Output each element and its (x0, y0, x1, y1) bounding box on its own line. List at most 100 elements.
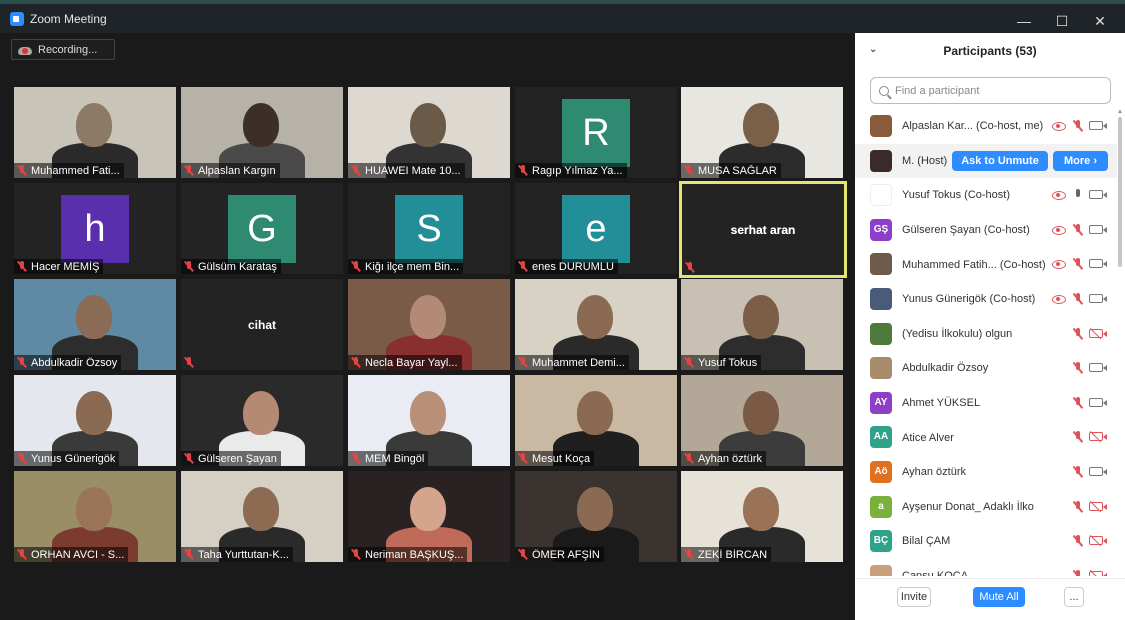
participant-row[interactable]: (Yedisu İlkokulu) olgun (855, 317, 1117, 352)
participant-search[interactable] (870, 77, 1111, 104)
video-tile[interactable]: Ayhan öztürk (681, 375, 843, 466)
participant-row[interactable]: a Ayşenur Donat_ Adaklı İlko (855, 490, 1117, 525)
invite-button[interactable]: Invite (897, 587, 931, 607)
video-tile[interactable]: S Kiğı ilçe mem Bin... (348, 183, 510, 274)
participant-row[interactable]: GŞ Gülseren Şayan (Co-host) (855, 213, 1117, 248)
participant-name-tag: ZEKİ BİRCAN (681, 547, 772, 562)
chevron-down-icon[interactable]: ⌄ (869, 44, 879, 55)
video-tile[interactable]: Taha Yurttutan-K... (181, 471, 343, 562)
participant-row[interactable]: Muhammed Fatih... (Co-host) (855, 247, 1117, 282)
participant-name-tag: ORHAN AVCI - S... (14, 547, 129, 562)
participant-name-tag: Hacer MEMİŞ (14, 259, 104, 274)
participant-name-tag: MEM Bingöl (348, 451, 429, 466)
video-tile[interactable]: Abdulkadir Özsoy (14, 279, 176, 370)
muted-mic-icon[interactable] (1074, 293, 1082, 305)
video-tile[interactable]: R Ragıp Yılmaz Ya... (515, 87, 677, 178)
participant-name: Gülsüm Karataş (198, 260, 277, 273)
participant-row[interactable]: Aö Ayhan öztürk (855, 455, 1117, 490)
ask-to-unmute-button[interactable]: Ask to Unmute (952, 150, 1048, 171)
participant-name-tag: Yusuf Tokus (681, 355, 762, 370)
muted-mic-icon[interactable] (1074, 396, 1082, 409)
video-camera-icon[interactable] (1089, 121, 1107, 130)
participant-head (743, 391, 779, 435)
video-tile[interactable]: serhat aran serhat aran (679, 181, 847, 278)
video-tile[interactable]: ÖMER AFŞİN (515, 471, 677, 562)
participant-scrollbar[interactable]: ▲ (1117, 109, 1123, 599)
muted-mic-icon[interactable] (1074, 500, 1082, 513)
participant-row[interactable]: Abdulkadir Özsoy (855, 351, 1117, 386)
muted-mic-icon[interactable] (1074, 431, 1082, 443)
muted-mic-icon[interactable] (1074, 466, 1082, 478)
participant-row[interactable]: Alpaslan Kar... (Co-host, me) (855, 109, 1117, 144)
video-camera-icon[interactable] (1089, 294, 1107, 303)
scroll-thumb[interactable] (1118, 117, 1122, 267)
participant-row[interactable]: Yunus Günerigök (Co-host) (855, 282, 1117, 317)
maximize-button[interactable]: ☐ (1043, 8, 1081, 34)
video-tile[interactable]: Muhammet Demi... (515, 279, 677, 370)
video-camera-icon[interactable] (1089, 224, 1107, 234)
participant-row[interactable]: Yusuf Tokus (Co-host) (855, 178, 1117, 213)
video-off-icon[interactable] (1089, 536, 1107, 546)
video-camera-icon[interactable] (1089, 467, 1107, 476)
video-tile[interactable]: cihat (181, 279, 343, 370)
participants-panel: ⌄ Participants (53) Alpaslan Kar... (Co-… (855, 33, 1125, 620)
mute-all-button[interactable]: Mute All (973, 587, 1025, 607)
participants-footer: Invite Mute All ... (855, 578, 1125, 620)
minimize-button[interactable]: — (1005, 8, 1043, 34)
video-off-icon[interactable] (1089, 432, 1107, 442)
video-tile[interactable]: MUSA SAĞLAR (681, 87, 843, 178)
video-tile[interactable]: Yunus Günerigök (14, 375, 176, 466)
participant-name-center: serhat aran (730, 222, 796, 237)
muted-mic-icon[interactable] (1074, 258, 1082, 270)
video-tile[interactable]: MEM Bingöl (348, 375, 510, 466)
video-tile[interactable]: ZEKİ BİRCAN (681, 471, 843, 562)
muted-mic-icon[interactable] (1074, 569, 1082, 576)
participant-row[interactable]: AY Ahmet YÜKSEL (855, 386, 1117, 421)
more-options-button[interactable]: ... (1064, 587, 1084, 607)
muted-mic-icon[interactable] (1074, 327, 1082, 340)
participant-head (76, 391, 112, 435)
participant-name-tag: Yunus Günerigök (14, 451, 120, 466)
participant-name-tag: Gülsüm Karataş (181, 259, 281, 274)
participant-row[interactable]: Cansu KOÇA (855, 559, 1117, 576)
muted-mic-icon (17, 453, 27, 464)
scroll-up-arrow-icon[interactable]: ▲ (1117, 109, 1123, 115)
video-tile[interactable]: HUAWEI Mate 10... (348, 87, 510, 178)
muted-mic-icon (518, 261, 528, 272)
video-tile[interactable]: G Gülsüm Karataş (181, 183, 343, 274)
video-tile[interactable]: Yusuf Tokus (681, 279, 843, 370)
recording-indicator[interactable]: Recording... (11, 39, 115, 60)
video-tile[interactable]: Necla Bayar Yayl... (348, 279, 510, 370)
video-off-icon[interactable] (1089, 328, 1107, 338)
participant-row[interactable]: BÇ Bilal ÇAM (855, 524, 1117, 559)
video-tile[interactable]: e enes DURUMLU (515, 183, 677, 274)
video-camera-icon[interactable] (1089, 397, 1107, 407)
muted-mic-icon[interactable] (1074, 535, 1082, 547)
video-tile[interactable]: h Hacer MEMİŞ (14, 183, 176, 274)
muted-mic-icon (518, 453, 528, 464)
more-button[interactable]: More › (1053, 150, 1108, 171)
mic-icon[interactable] (1074, 189, 1082, 201)
video-tile[interactable]: Gülseren Şayan (181, 375, 343, 466)
video-camera-icon[interactable] (1089, 363, 1107, 373)
muted-mic-icon (518, 165, 528, 176)
video-tile[interactable]: Neriman BAŞKUŞ... (348, 471, 510, 562)
video-camera-icon[interactable] (1089, 190, 1107, 200)
participant-head (76, 103, 112, 147)
video-off-icon[interactable] (1089, 501, 1107, 511)
search-input[interactable] (895, 84, 1095, 97)
video-tile[interactable]: Mesut Koça (515, 375, 677, 466)
muted-mic-icon[interactable] (1074, 362, 1082, 374)
participant-name-tag: HUAWEI Mate 10... (348, 163, 465, 178)
muted-mic-icon[interactable] (1074, 120, 1082, 132)
participant-row[interactable]: AA Atice Alver (855, 420, 1117, 455)
close-button[interactable]: ✕ (1081, 8, 1119, 34)
video-tile[interactable]: Alpaslan Kargın (181, 87, 343, 178)
participant-row[interactable]: M. (Host) Ask to Unmute More › (855, 143, 1117, 179)
muted-mic-icon[interactable] (1074, 223, 1082, 236)
video-off-icon[interactable] (1089, 570, 1107, 576)
participant-name-tag: Gülseren Şayan (181, 451, 281, 466)
video-tile[interactable]: Muhammed Fati... (14, 87, 176, 178)
video-tile[interactable]: ORHAN AVCI - S... (14, 471, 176, 562)
video-camera-icon[interactable] (1089, 259, 1107, 269)
